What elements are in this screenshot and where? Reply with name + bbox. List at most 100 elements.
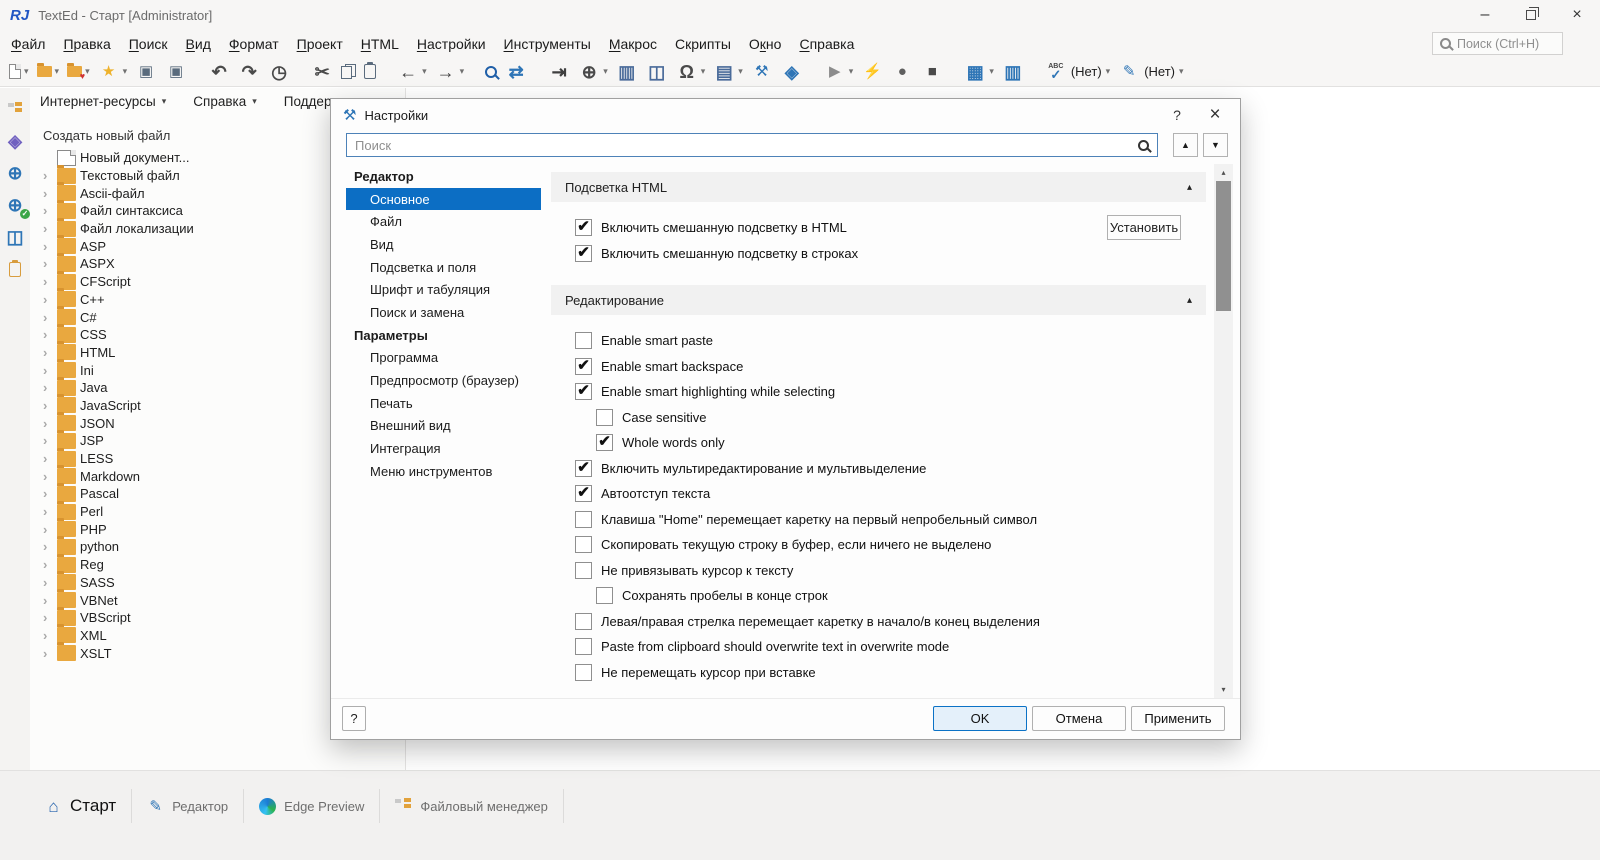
link-help[interactable]: Справка [193,94,257,109]
find-button[interactable] [482,59,500,85]
link-internet-resources[interactable]: Интернет-ресурсы [40,94,166,109]
expand-chevron-icon[interactable]: › [43,169,57,182]
run-button[interactable]: ▶ [821,59,857,85]
expand-chevron-icon[interactable]: › [43,647,57,660]
save-button[interactable]: ▣ [132,59,160,85]
checkbox-row[interactable]: Включить смешанную подсветку в строках [575,241,1176,267]
save-all-button[interactable]: ▣ [162,59,190,85]
checkbox[interactable] [575,383,592,401]
settings-search-box[interactable] [346,133,1158,157]
collapse-icon[interactable]: ▴ [1187,182,1192,193]
section-header-editing[interactable]: Редактирование ▴ [551,285,1206,315]
footer-help-button[interactable]: ? [342,706,366,731]
favorites-button[interactable]: ★ [95,59,131,85]
menu-item[interactable]: Скрипты [666,30,740,57]
checkbox-row[interactable]: Автоотступ текста [575,481,1176,507]
menu-item[interactable]: Файл [2,30,54,57]
expand-chevron-icon[interactable]: › [43,594,57,607]
checkbox-row[interactable]: Не привязывать курсор к тексту [575,558,1176,584]
menu-item[interactable]: Поиск [120,30,177,57]
settings-nav-item[interactable]: Подсветка и поля [346,256,541,279]
menu-item[interactable]: Инструменты [495,30,600,57]
snippets-icon[interactable]: ◈ [1,125,29,157]
expand-chevron-icon[interactable]: › [43,187,57,200]
expand-chevron-icon[interactable]: › [43,222,57,235]
expand-chevron-icon[interactable]: › [43,399,57,412]
expand-chevron-icon[interactable]: › [43,558,57,571]
checkbox[interactable] [596,587,613,605]
plugins-button[interactable]: ◈ [778,59,806,85]
checkbox-row[interactable]: Enable smart backspace [575,354,1176,380]
expand-chevron-icon[interactable]: › [43,204,57,217]
checkbox-row[interactable]: Whole words only [596,430,1176,456]
code-preview-button[interactable]: ▥ [613,59,641,85]
checkbox-row[interactable]: Enable smart highlighting while selectin… [575,379,1176,405]
expand-chevron-icon[interactable]: › [43,417,57,430]
maximize-button[interactable] [1508,0,1554,30]
checkbox-row[interactable]: Скопировать текущую строку в буфер, если… [575,532,1176,558]
tab-edge-preview[interactable]: Edge Preview [244,789,381,823]
clipboard-icon[interactable] [1,253,29,285]
expand-chevron-icon[interactable]: › [43,540,57,553]
checkbox[interactable] [596,408,613,426]
copy-button[interactable] [338,59,359,85]
browser-preview-button[interactable]: ◫ [643,59,671,85]
checkbox-row[interactable]: Enable smart paste [575,328,1176,354]
settings-scrollbar[interactable] [1214,164,1233,698]
highlighter-button[interactable]: ✎ (Нет) [1115,59,1186,85]
settings-nav-item[interactable]: Печать [346,392,541,415]
expand-chevron-icon[interactable]: › [43,364,57,377]
web-validate-icon[interactable]: ⊕ [1,189,30,221]
dialog-close-button[interactable]: × [1196,100,1234,130]
columns-button[interactable]: ▥ [999,59,1027,85]
expand-chevron-icon[interactable]: › [43,470,57,483]
goto-editor-button[interactable]: ⇥ [545,59,573,85]
expand-chevron-icon[interactable]: › [43,311,57,324]
scrollbar-thumb[interactable] [1216,181,1231,311]
compare-button[interactable]: ⇄ [502,59,530,85]
dialog-help-button[interactable]: ? [1158,100,1196,130]
search-next-button[interactable]: ▼ [1203,133,1228,157]
close-button[interactable]: × [1554,0,1600,30]
history-button[interactable]: ◷ [265,59,293,85]
record-macro-button[interactable]: ● [888,59,916,85]
tools-button[interactable]: ⚒ [748,59,776,85]
open-favorite-button[interactable] [64,59,93,85]
menu-item[interactable]: Формат [220,30,288,57]
checkbox-row[interactable]: Не перемещать курсор при вставке [575,660,1176,686]
checkbox[interactable] [575,485,592,503]
menu-item[interactable]: Справка [790,30,863,57]
print-button[interactable]: ▤ [710,59,746,85]
expand-chevron-icon[interactable]: › [43,381,57,394]
web-browser-icon[interactable]: ⊕ [1,157,29,189]
browser-button[interactable]: ⊕ [575,59,611,85]
new-document-button[interactable] [6,59,32,85]
scroll-up-icon[interactable] [1214,164,1233,181]
settings-nav-item[interactable]: Программа [346,347,541,370]
install-button[interactable]: Установить [1107,215,1181,240]
checkbox[interactable] [575,510,592,528]
layout-button[interactable]: ▦ [961,59,997,85]
back-button[interactable]: ← [394,59,430,85]
cut-button[interactable]: ✂ [308,59,336,85]
stop-button[interactable]: ■ [918,59,946,85]
paste-button[interactable] [361,59,379,85]
quick-run-button[interactable]: ⚡ [858,59,886,85]
expand-chevron-icon[interactable]: › [43,275,57,288]
expand-chevron-icon[interactable]: › [43,487,57,500]
checkbox[interactable] [575,663,592,681]
menu-item[interactable]: Макрос [600,30,666,57]
checkbox-row[interactable]: Левая/правая стрелка перемещает каретку … [575,609,1176,635]
expand-chevron-icon[interactable]: › [43,346,57,359]
checkbox[interactable] [575,357,592,375]
redo-button[interactable]: ↷ [235,59,263,85]
settings-nav-item[interactable]: Предпросмотр (браузер) [346,369,541,392]
collapse-icon[interactable]: ▴ [1187,295,1192,306]
spellcheck-button[interactable]: (Нет) [1042,59,1113,85]
form-preview-icon[interactable]: ◫ [1,221,29,253]
tab-file-manager[interactable]: Файловый менеджер [380,789,564,823]
open-file-button[interactable] [34,59,63,85]
checkbox[interactable] [575,638,592,656]
menu-item[interactable]: Ок но [740,30,791,57]
file-manager-icon[interactable] [1,93,29,125]
